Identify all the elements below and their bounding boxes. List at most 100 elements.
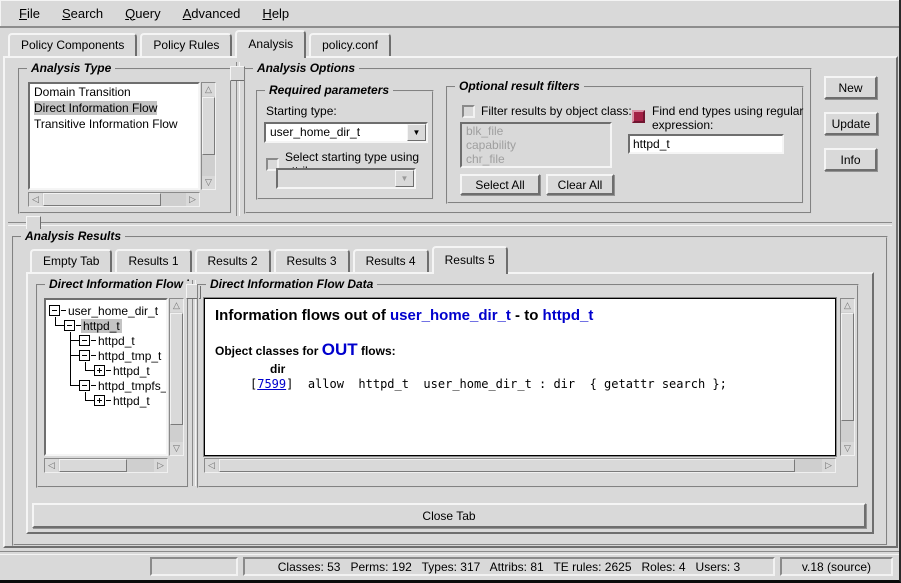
tab-results-1[interactable]: Results 1 (115, 249, 191, 272)
scroll-thumb[interactable] (202, 97, 215, 155)
scroll-up-arrow[interactable]: △ (202, 83, 215, 96)
status-version-text: v.18 (source) (802, 560, 871, 574)
attrib-combobox: ▼ (276, 168, 416, 189)
top-pane-sash (236, 62, 240, 216)
tab-empty[interactable]: Empty Tab (30, 249, 112, 272)
tree-node-label[interactable]: user_home_dir_t (66, 304, 160, 318)
menu-help[interactable]: Help (251, 4, 300, 23)
tab-results-3[interactable]: Results 3 (274, 249, 350, 272)
top-pane-sash-handle[interactable] (230, 66, 245, 81)
object-class-checkbox-label[interactable]: Filter results by object class: (481, 104, 632, 118)
tree-node-label[interactable]: httpd_tmpfs_t (96, 379, 168, 393)
scroll-right-arrow[interactable]: ▷ (154, 459, 167, 472)
scroll-left-arrow[interactable]: ◁ (45, 459, 58, 472)
allow-rule-line: [7599] allow httpd_t user_home_dir_t : d… (250, 377, 825, 391)
tree-expander-plus[interactable] (93, 363, 111, 378)
attrib-combobox-value (278, 170, 395, 187)
tab-results-4[interactable]: Results 4 (353, 249, 429, 272)
scroll-left-arrow[interactable]: ◁ (205, 459, 218, 472)
flow-heading: Information flows out of user_home_dir_t… (215, 307, 825, 324)
tab-results-2[interactable]: Results 2 (195, 249, 271, 272)
flow-subheading: Object classes for OUT flows: (215, 340, 825, 360)
tree-node-label-selected[interactable]: httpd_t (81, 319, 122, 333)
scroll-down-arrow[interactable]: ▽ (841, 442, 854, 455)
starting-type-combobox[interactable]: user_home_dir_t ▼ (264, 122, 428, 143)
list-item[interactable]: Direct Information Flow (30, 100, 198, 116)
tree-expander-plus[interactable] (93, 393, 111, 408)
tab-policy-components[interactable]: Policy Components (8, 33, 137, 56)
menu-query[interactable]: Query (114, 4, 171, 23)
scroll-thumb[interactable] (43, 193, 161, 206)
menu-file[interactable]: File (8, 4, 51, 23)
list-item-disabled: capability (462, 138, 610, 152)
scroll-thumb[interactable] (59, 459, 127, 472)
tree-expander-minus[interactable] (78, 348, 96, 363)
scroll-down-arrow[interactable]: ▽ (202, 176, 215, 189)
regex-input[interactable] (628, 134, 784, 154)
scroll-right-arrow[interactable]: ▷ (822, 459, 835, 472)
analysis-type-hscrollbar[interactable]: ◁ ▷ (28, 192, 200, 207)
tree-row: httpd_t (48, 318, 166, 333)
starting-type-label: Starting type: (266, 104, 337, 118)
flow-data-hscrollbar[interactable]: ◁ ▷ (204, 458, 836, 473)
flow-data-vscrollbar[interactable]: △ ▽ (840, 298, 855, 456)
tree-expander-minus[interactable] (63, 318, 81, 333)
combo-dropdown-arrow[interactable]: ▼ (407, 124, 426, 141)
flow-tree-canvas[interactable]: user_home_dir_t httpd_t httpd_t httpd_tm… (44, 298, 168, 456)
main-tab-bar: Policy Components Policy Rules Analysis … (8, 32, 394, 58)
required-params-title: Required parameters (265, 83, 393, 97)
flow-tree-frame: Direct Information Flow T user_home_dir_… (36, 284, 189, 488)
results-tab-bar: Empty Tab Results 1 Results 2 Results 3 … (30, 248, 511, 274)
object-class-checkbox[interactable] (462, 105, 475, 118)
scroll-thumb[interactable] (219, 459, 795, 472)
tab-analysis[interactable]: Analysis (235, 30, 306, 58)
tree-expander-minus[interactable] (78, 378, 96, 393)
tree-expander-minus[interactable] (78, 333, 96, 348)
tree-node-label[interactable]: httpd_t (111, 364, 152, 378)
menu-search[interactable]: Search (51, 4, 114, 23)
scroll-up-arrow[interactable]: △ (170, 299, 183, 312)
clear-all-button[interactable]: Clear All (546, 174, 614, 195)
starting-type-value: user_home_dir_t (266, 124, 407, 141)
scroll-thumb[interactable] (841, 313, 854, 421)
rule-number-link[interactable]: 7599 (257, 377, 286, 391)
regex-checkbox-label[interactable]: Find end types using regular expression: (652, 104, 804, 132)
status-version-panel: v.18 (source) (780, 557, 893, 576)
analysis-options-title: Analysis Options (253, 61, 359, 75)
info-button[interactable]: Info (824, 148, 877, 171)
scroll-left-arrow[interactable]: ◁ (29, 193, 42, 206)
tree-node-label[interactable]: httpd_t (111, 394, 152, 408)
new-button[interactable]: New (824, 76, 877, 99)
tree-node-label[interactable]: httpd_tmp_t (96, 349, 163, 363)
main-sash (8, 222, 892, 226)
required-params-frame: Required parameters Starting type: user_… (256, 90, 434, 200)
optional-filters-title: Optional result filters (455, 79, 584, 93)
flow-tree-vscrollbar[interactable]: △ ▽ (169, 298, 184, 456)
scroll-up-arrow[interactable]: △ (841, 299, 854, 312)
flow-tree-hscrollbar[interactable]: ◁ ▷ (44, 458, 168, 473)
list-item[interactable]: Domain Transition (30, 84, 198, 100)
flow-data-frame: Direct Information Flow Data Information… (197, 284, 859, 488)
tree-row: httpd_tmp_t (48, 348, 166, 363)
flow-data-title: Direct Information Flow Data (206, 277, 377, 291)
menu-advanced[interactable]: Advanced (172, 4, 252, 23)
tab-policy-rules[interactable]: Policy Rules (140, 33, 232, 56)
scroll-thumb[interactable] (170, 313, 183, 425)
tab-results-5[interactable]: Results 5 (432, 246, 508, 274)
analysis-type-frame: Analysis Type Domain Transition Direct I… (18, 68, 232, 214)
tree-expander-minus[interactable] (48, 303, 66, 318)
regex-checkbox[interactable] (632, 110, 645, 123)
scroll-right-arrow[interactable]: ▷ (186, 193, 199, 206)
tab-policy-conf[interactable]: policy.conf (309, 33, 391, 56)
select-all-button[interactable]: Select All (460, 174, 540, 195)
analysis-type-vscrollbar[interactable]: △ ▽ (201, 82, 216, 190)
results-pane-sash (192, 280, 196, 486)
flow-data-textarea[interactable]: Information flows out of user_home_dir_t… (204, 298, 836, 456)
list-item[interactable]: Transitive Information Flow (30, 116, 198, 132)
tree-node-label[interactable]: httpd_t (96, 334, 137, 348)
close-tab-button[interactable]: Close Tab (32, 503, 866, 528)
list-item-disabled: blk_file (462, 124, 610, 138)
analysis-type-listbox[interactable]: Domain Transition Direct Information Flo… (28, 82, 200, 190)
scroll-down-arrow[interactable]: ▽ (170, 442, 183, 455)
update-button[interactable]: Update (824, 112, 878, 135)
